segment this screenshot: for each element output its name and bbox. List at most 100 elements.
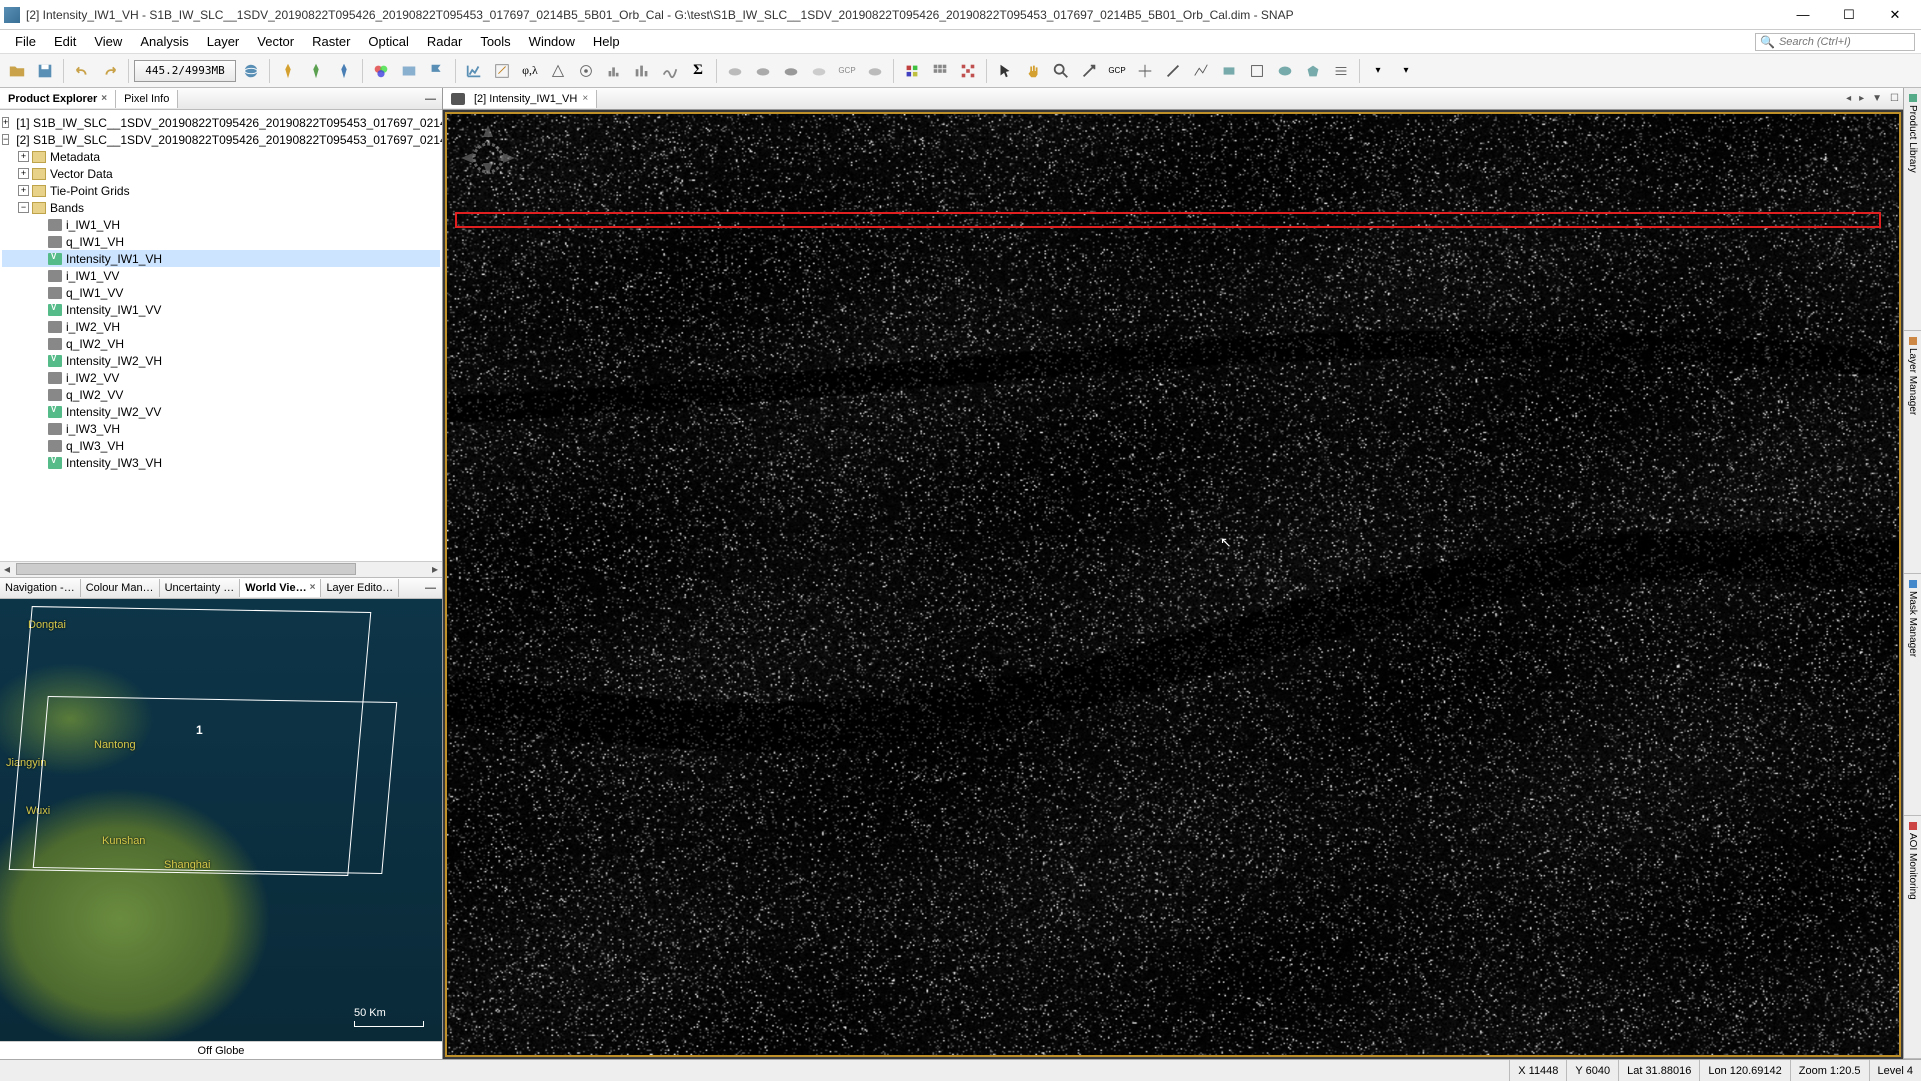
tree-node[interactable]: q_IW1_VV xyxy=(2,284,440,301)
tree-node[interactable]: −[2] S1B_IW_SLC__1SDV_20190822T095426_20… xyxy=(2,131,440,148)
pin-blue-icon[interactable] xyxy=(331,58,357,84)
menu-help[interactable]: Help xyxy=(584,31,629,52)
tree-node[interactable]: Intensity_IW1_VH xyxy=(2,250,440,267)
flag-icon[interactable] xyxy=(424,58,450,84)
tree-node[interactable]: i_IW3_VH xyxy=(2,420,440,437)
tree-node[interactable]: q_IW1_VH xyxy=(2,233,440,250)
bottom-tab[interactable]: Layer Edito… xyxy=(321,579,399,597)
minimize-pane-icon[interactable]: — xyxy=(419,93,442,105)
tree-node[interactable]: Intensity_IW1_VV xyxy=(2,301,440,318)
minimize-button[interactable]: — xyxy=(1789,5,1817,25)
tree-node[interactable]: +Tie-Point Grids xyxy=(2,182,440,199)
cloud1-icon[interactable] xyxy=(722,58,748,84)
pan-icon[interactable] xyxy=(1020,58,1046,84)
gcp-add-icon[interactable]: GCP xyxy=(1104,58,1130,84)
cloud2-icon[interactable] xyxy=(750,58,776,84)
cross-icon[interactable] xyxy=(1132,58,1158,84)
sidetab-layer-manager[interactable]: Layer Manager xyxy=(1904,331,1921,574)
menu-tools[interactable]: Tools xyxy=(471,31,519,52)
tree-node[interactable]: i_IW2_VV xyxy=(2,369,440,386)
scroll-right-icon[interactable]: ▸ xyxy=(428,562,442,576)
dropdown1-icon[interactable]: ▾ xyxy=(1365,58,1391,84)
close-icon[interactable]: × xyxy=(101,93,107,104)
add-icon[interactable] xyxy=(1076,58,1102,84)
sidetab-aoi-monitoring[interactable]: AOI Monitoring xyxy=(1904,816,1921,1059)
menu-analysis[interactable]: Analysis xyxy=(131,31,197,52)
tree-node[interactable]: Intensity_IW2_VH xyxy=(2,352,440,369)
tree-toggle-icon[interactable]: + xyxy=(18,168,29,179)
globe-icon[interactable] xyxy=(238,58,264,84)
range-icon[interactable] xyxy=(1328,58,1354,84)
bottom-tab[interactable]: World Vie…× xyxy=(240,579,321,597)
edit-chart-icon[interactable] xyxy=(489,58,515,84)
tree-node[interactable]: i_IW1_VV xyxy=(2,267,440,284)
chart-icon[interactable] xyxy=(461,58,487,84)
tab-menu-icon[interactable]: ▼ xyxy=(1868,93,1886,104)
sidetab-product-library[interactable]: Product Library xyxy=(1904,88,1921,331)
bottom-tab[interactable]: Uncertainty … xyxy=(160,579,241,597)
tab-intensity-view[interactable]: [2] Intensity_IW1_VH × xyxy=(443,90,597,108)
tree-node[interactable]: i_IW1_VH xyxy=(2,216,440,233)
sigma-icon[interactable]: Σ xyxy=(685,58,711,84)
redo-icon[interactable] xyxy=(97,58,123,84)
pin-icon[interactable] xyxy=(275,58,301,84)
scroll-left-icon[interactable]: ◂ xyxy=(0,562,14,576)
tab-next-icon[interactable]: ▸ xyxy=(1855,93,1868,104)
profile-icon[interactable] xyxy=(657,58,683,84)
tab-product-explorer[interactable]: Product Explorer× xyxy=(0,90,116,108)
search-box[interactable]: 🔍 xyxy=(1755,33,1915,51)
scroll-thumb[interactable] xyxy=(16,563,356,575)
sidetab-mask-manager[interactable]: Mask Manager xyxy=(1904,574,1921,817)
menu-raster[interactable]: Raster xyxy=(303,31,359,52)
pointer-icon[interactable] xyxy=(992,58,1018,84)
tree-scrollbar[interactable]: ◂ ▸ xyxy=(0,561,442,577)
tree-node[interactable]: +Metadata xyxy=(2,148,440,165)
close-icon[interactable]: × xyxy=(310,582,316,593)
tree-node[interactable]: Intensity_IW2_VV xyxy=(2,403,440,420)
tree-node[interactable]: q_IW3_VH xyxy=(2,437,440,454)
search-input[interactable] xyxy=(1779,36,1910,48)
tree-node[interactable]: i_IW2_VH xyxy=(2,318,440,335)
tree-node[interactable]: −Bands xyxy=(2,199,440,216)
tree-node[interactable]: q_IW2_VH xyxy=(2,335,440,352)
tree-toggle-icon[interactable]: + xyxy=(2,117,9,128)
cloud3-icon[interactable] xyxy=(778,58,804,84)
pin-green-icon[interactable] xyxy=(303,58,329,84)
target-icon[interactable] xyxy=(573,58,599,84)
cloud5-icon[interactable]: GCP xyxy=(834,58,860,84)
triangle-icon[interactable] xyxy=(545,58,571,84)
menu-file[interactable]: File xyxy=(6,31,45,52)
histogram-icon[interactable] xyxy=(601,58,627,84)
tree-node[interactable]: q_IW2_VV xyxy=(2,386,440,403)
ellipse-icon[interactable] xyxy=(1272,58,1298,84)
minimize-pane-icon[interactable]: — xyxy=(419,582,442,594)
polygon-icon[interactable] xyxy=(1300,58,1326,84)
grid3-icon[interactable] xyxy=(955,58,981,84)
undo-icon[interactable] xyxy=(69,58,95,84)
bottom-tab[interactable]: Navigation -… xyxy=(0,579,81,597)
bars-icon[interactable] xyxy=(629,58,655,84)
tree-node[interactable]: Intensity_IW3_VH xyxy=(2,454,440,471)
menu-vector[interactable]: Vector xyxy=(248,31,303,52)
open-icon[interactable] xyxy=(4,58,30,84)
tab-max-icon[interactable]: ☐ xyxy=(1886,93,1903,104)
maximize-button[interactable]: ☐ xyxy=(1835,5,1863,25)
rect-icon[interactable] xyxy=(1216,58,1242,84)
tree-node[interactable]: +[1] S1B_IW_SLC__1SDV_20190822T095426_20… xyxy=(2,114,440,131)
line-icon[interactable] xyxy=(1160,58,1186,84)
menu-layer[interactable]: Layer xyxy=(198,31,249,52)
tree-node[interactable]: +Vector Data xyxy=(2,165,440,182)
tree-toggle-icon[interactable]: + xyxy=(18,151,29,162)
menu-edit[interactable]: Edit xyxy=(45,31,85,52)
save-icon[interactable] xyxy=(32,58,58,84)
dropdown2-icon[interactable]: ▾ xyxy=(1393,58,1419,84)
tree-toggle-icon[interactable]: − xyxy=(18,202,29,213)
tab-pixel-info[interactable]: Pixel Info xyxy=(116,90,178,108)
bottom-tab[interactable]: Colour Man… xyxy=(81,579,160,597)
rgb-icon[interactable] xyxy=(368,58,394,84)
product-tree[interactable]: +[1] S1B_IW_SLC__1SDV_20190822T095426_20… xyxy=(0,110,442,561)
image-viewer[interactable]: ↖ xyxy=(445,112,1901,1057)
polyline-icon[interactable] xyxy=(1188,58,1214,84)
zoom-icon[interactable] xyxy=(1048,58,1074,84)
grid1-icon[interactable] xyxy=(899,58,925,84)
